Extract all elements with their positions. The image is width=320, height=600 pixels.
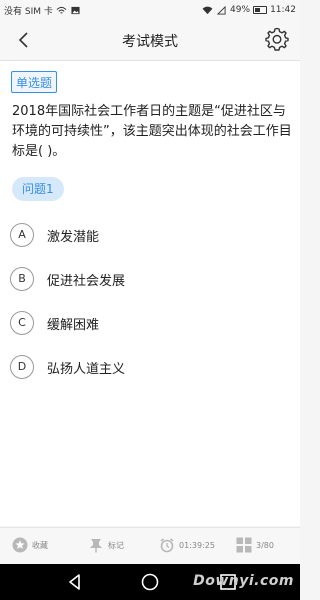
home-circle-icon[interactable] — [140, 572, 160, 592]
mark-label: 标记 — [108, 540, 124, 550]
option-a[interactable]: A 激发潜能 — [10, 222, 99, 248]
bottom-toolbar: 收藏 标记 01:39:25 3/80 — [0, 527, 300, 564]
image-notification-icon — [71, 6, 80, 14]
battery-percent: 49% — [230, 5, 251, 15]
battery-icon — [253, 6, 268, 14]
wifi-icon — [202, 6, 213, 14]
star-icon — [12, 537, 28, 553]
question-text: 2018年国际社会工作者日的主题是“促进社区与环境的可持续性”，该主题突出体现的… — [12, 104, 292, 159]
option-letter: A — [10, 223, 34, 247]
status-bar: 没有 SIM 卡 49% 11:42 — [0, 0, 300, 20]
mark-button[interactable]: 标记 — [88, 537, 124, 553]
timer-text: 01:39:25 — [179, 540, 215, 550]
signal-icon — [216, 5, 226, 15]
page-title: 考试模式 — [122, 34, 178, 50]
option-letter: B — [10, 267, 34, 291]
alarm-clock-icon — [160, 538, 174, 553]
option-text: 弘扬人道主义 — [47, 361, 126, 377]
status-right: 49% 11:42 — [202, 5, 296, 15]
timer: 01:39:25 — [159, 537, 215, 553]
option-text: 促进社会发展 — [47, 273, 126, 289]
progress-button[interactable]: 3/80 — [236, 537, 274, 553]
back-triangle-icon[interactable] — [65, 572, 85, 592]
gear-icon[interactable] — [264, 26, 290, 52]
question-panel: 单选题 2018年国际社会工作者日的主题是“促进社区与环境的可持续性”，该主题突… — [0, 61, 300, 526]
option-letter: C — [10, 311, 34, 335]
option-c[interactable]: C 缓解困难 — [10, 310, 99, 336]
watermark-text: Downyi.com — [193, 573, 294, 589]
question-number-badge: 问题1 — [12, 177, 64, 201]
option-d[interactable]: D 弘扬人道主义 — [10, 354, 125, 380]
option-text: 缓解困难 — [47, 317, 100, 333]
option-letter: D — [10, 355, 34, 379]
question-type-badge: 单选题 — [11, 71, 58, 93]
wifi-signal-icon — [56, 6, 67, 14]
option-b[interactable]: B 促进社会发展 — [10, 266, 125, 292]
favorite-button[interactable]: 收藏 — [12, 537, 48, 553]
header-bar: 考试模式 — [0, 20, 300, 61]
grid-icon — [236, 537, 252, 553]
favorite-label: 收藏 — [32, 540, 48, 550]
pin-icon — [90, 539, 102, 553]
clock-text: 11:42 — [270, 5, 296, 15]
progress-text: 3/80 — [256, 540, 274, 550]
option-text: 激发潜能 — [47, 229, 100, 245]
status-left: 没有 SIM 卡 — [4, 4, 81, 17]
carrier-text: 没有 SIM 卡 — [4, 6, 53, 17]
